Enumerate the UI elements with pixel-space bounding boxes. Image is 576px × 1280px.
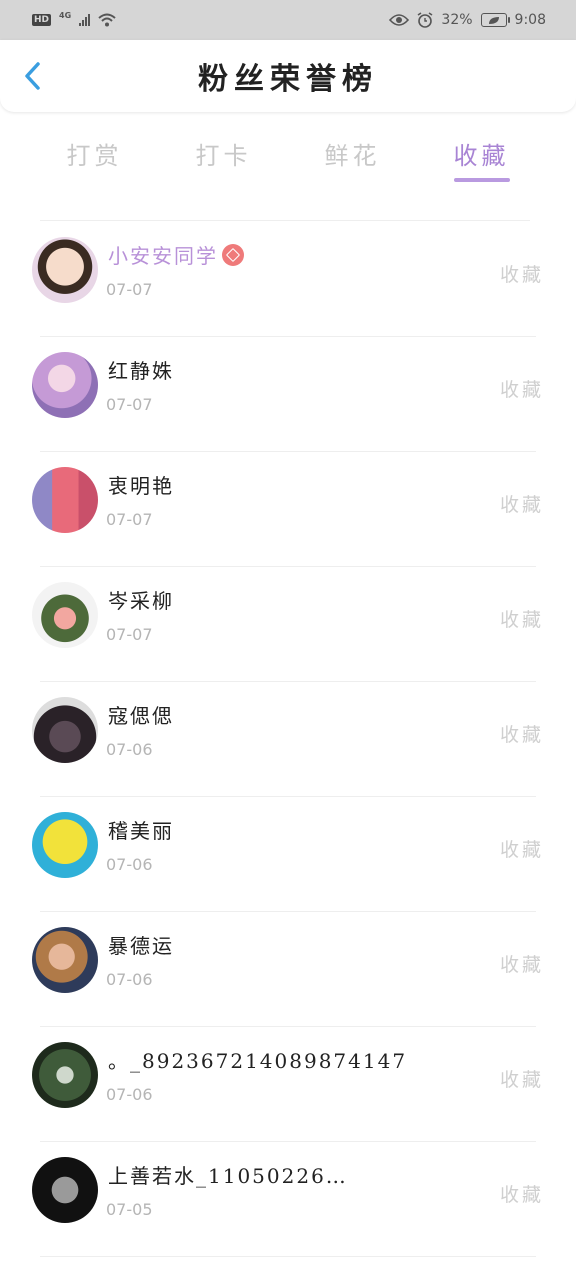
list-item[interactable]: 寇偲偲 07-06 收藏 <box>0 682 576 797</box>
avatar[interactable] <box>32 1042 98 1108</box>
fan-date: 07-07 <box>106 280 153 299</box>
nav-header: 粉丝荣誉榜 <box>0 40 576 112</box>
favorite-label: 收藏 <box>499 839 544 861</box>
alarm-icon <box>417 12 433 28</box>
avatar[interactable] <box>32 582 98 648</box>
list-item[interactable]: 上善若水_11050226… 07-05 收藏 <box>0 1142 576 1257</box>
fan-name: 稽美丽 <box>108 819 174 843</box>
fan-date: 07-06 <box>106 740 153 759</box>
signal-icon <box>79 14 91 26</box>
tab-label: 收藏 <box>453 141 510 170</box>
tab-label: 鲜花 <box>324 141 381 170</box>
tab-favorites[interactable]: 收藏 <box>432 118 532 188</box>
network-type: 4G <box>59 10 72 20</box>
fan-name: 寇偲偲 <box>108 704 174 728</box>
divider <box>40 1256 536 1257</box>
list-item[interactable]: 稽美丽 07-06 收藏 <box>0 797 576 912</box>
status-bar: HD 4G 32% 9:08 <box>0 0 576 40</box>
favorite-label: 收藏 <box>499 1184 544 1206</box>
favorite-label: 收藏 <box>499 494 544 516</box>
status-left: HD 4G <box>32 10 116 27</box>
fan-date: 07-05 <box>106 1200 153 1219</box>
tab-active-indicator <box>453 178 510 182</box>
wifi-icon <box>98 13 116 27</box>
back-button[interactable] <box>18 62 46 90</box>
fan-name: 小安安同学 <box>108 240 244 269</box>
list-item[interactable]: 。_892367214089874147 07-06 收藏 <box>0 1027 576 1142</box>
status-right: 32% 9:08 <box>389 12 546 28</box>
list-item[interactable]: 衷明艳 07-07 收藏 <box>0 452 576 567</box>
avatar[interactable] <box>32 1157 98 1223</box>
favorite-label: 收藏 <box>499 264 544 286</box>
tab-label: 打赏 <box>66 141 123 170</box>
fan-name: 。_892367214089874147 <box>108 1049 408 1073</box>
tab-flowers[interactable]: 鲜花 <box>303 118 403 188</box>
fan-name: 上善若水_11050226… <box>108 1164 348 1188</box>
tab-label: 打卡 <box>195 141 252 170</box>
avatar[interactable] <box>32 352 98 418</box>
list-item[interactable]: 小安安同学 07-07 收藏 <box>0 222 576 337</box>
avatar[interactable] <box>32 697 98 763</box>
page-title: 粉丝荣誉榜 <box>198 62 378 97</box>
battery-percent: 32% <box>441 12 473 28</box>
vip-diamond-icon <box>222 244 244 266</box>
fan-name: 暴德运 <box>108 934 174 958</box>
list-item[interactable]: 岑采柳 07-07 收藏 <box>0 567 576 682</box>
battery-icon <box>480 13 510 27</box>
tab-reward[interactable]: 打赏 <box>45 118 145 188</box>
fan-name: 衷明艳 <box>108 474 174 498</box>
hd-icon: HD <box>32 14 52 26</box>
list-item[interactable]: 暴德运 07-06 收藏 <box>0 912 576 1027</box>
favorite-label: 收藏 <box>499 609 544 631</box>
favorite-label: 收藏 <box>499 954 544 976</box>
tab-checkin[interactable]: 打卡 <box>174 118 274 188</box>
fan-date: 07-06 <box>106 1085 153 1104</box>
fan-date: 07-07 <box>106 395 153 414</box>
tab-bar: 打赏 打卡 鲜花 收藏 <box>0 118 576 188</box>
fan-name: 岑采柳 <box>108 589 174 613</box>
fan-date: 07-07 <box>106 510 153 529</box>
eye-icon <box>389 14 410 26</box>
fan-name: 红静姝 <box>108 359 174 383</box>
avatar[interactable] <box>32 812 98 878</box>
list-top-divider <box>40 220 530 221</box>
avatar[interactable] <box>32 237 98 303</box>
fan-date: 07-07 <box>106 625 153 644</box>
fan-date: 07-06 <box>106 970 153 989</box>
avatar[interactable] <box>32 467 98 533</box>
clock: 9:08 <box>514 12 546 28</box>
favorite-label: 收藏 <box>499 724 544 746</box>
fan-date: 07-06 <box>106 855 153 874</box>
list-item[interactable]: 红静姝 07-07 收藏 <box>0 337 576 452</box>
favorite-label: 收藏 <box>499 379 544 401</box>
avatar[interactable] <box>32 927 98 993</box>
favorite-label: 收藏 <box>499 1069 544 1091</box>
chevron-left-icon <box>25 62 40 90</box>
